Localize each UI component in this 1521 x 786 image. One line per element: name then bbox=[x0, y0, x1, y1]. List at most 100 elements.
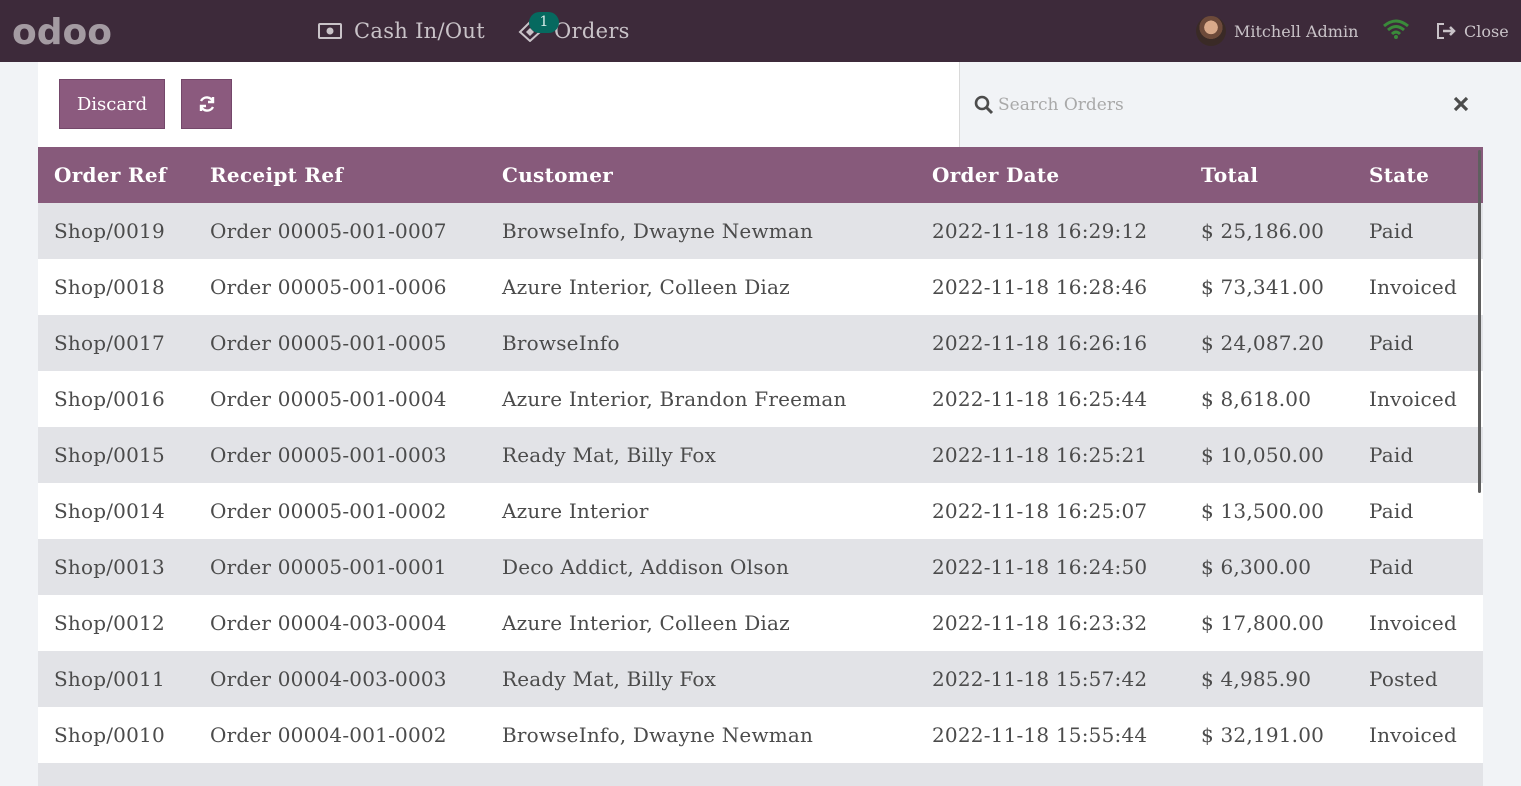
customer-cell: Azure Interior, Colleen Diaz bbox=[502, 611, 790, 635]
receipt-ref-cell: Order 00005-001-0005 bbox=[210, 331, 447, 355]
total-cell: $ 17,800.00 bbox=[1201, 611, 1325, 635]
receipt-ref-cell: Order 00004-003-0004 bbox=[210, 611, 447, 635]
total-cell: $ 32,191.00 bbox=[1201, 723, 1325, 747]
table-row[interactable]: Shop/0015 Order 00005-001-0003 Ready Mat… bbox=[38, 427, 1483, 483]
total-cell: $ 13,500.00 bbox=[1201, 499, 1325, 523]
svg-text:odoo: odoo bbox=[12, 14, 112, 48]
state-cell: Paid bbox=[1369, 443, 1414, 467]
table-row[interactable]: Shop/0011 Order 00004-003-0003 Ready Mat… bbox=[38, 651, 1483, 707]
discard-button[interactable]: Discard bbox=[59, 79, 165, 129]
orders-table-container: Order Ref Receipt Ref Customer Order Dat… bbox=[38, 147, 1483, 786]
total-cell: $ 73,341.00 bbox=[1201, 275, 1325, 299]
search-input[interactable] bbox=[998, 90, 1438, 120]
total-cell: $ 25,186.00 bbox=[1201, 219, 1325, 243]
order-date-cell: 2022-11-18 16:25:21 bbox=[932, 443, 1148, 467]
cash-in-out-button[interactable]: Cash In/Out bbox=[318, 0, 485, 62]
customer-cell: BrowseInfo bbox=[502, 331, 620, 355]
user-name: Mitchell Admin bbox=[1234, 21, 1359, 41]
receipt-ref-cell: Order 00004-003-0003 bbox=[210, 667, 447, 691]
table-row[interactable]: Shop/0012 Order 00004-003-0004 Azure Int… bbox=[38, 595, 1483, 651]
receipt-ref-cell: Order 00005-001-0003 bbox=[210, 443, 447, 467]
receipt-ref-cell: Order 00005-001-0006 bbox=[210, 275, 447, 299]
table-row[interactable]: Shop/0019 Order 00005-001-0007 BrowseInf… bbox=[38, 203, 1483, 259]
customer-cell: Azure Interior, Brandon Freeman bbox=[502, 387, 847, 411]
customer-cell: BrowseInfo, Dwayne Newman bbox=[502, 723, 814, 747]
state-cell: Invoiced bbox=[1369, 723, 1457, 747]
state-cell: Invoiced bbox=[1369, 275, 1457, 299]
receipt-ref-cell: Order 00004-001-0002 bbox=[210, 723, 447, 747]
customer-cell: Deco Addict, Addison Olson bbox=[502, 555, 790, 579]
receipt-ref-cell: Order 00005-001-0002 bbox=[210, 499, 447, 523]
state-cell: Paid bbox=[1369, 331, 1414, 355]
column-header: State bbox=[1369, 163, 1430, 187]
order-ref-cell: Shop/0017 bbox=[54, 331, 165, 355]
table-header-row: Order Ref Receipt Ref Customer Order Dat… bbox=[38, 147, 1483, 203]
order-ref-cell: Shop/0018 bbox=[54, 275, 165, 299]
table-row[interactable]: Shop/0018 Order 00005-001-0006 Azure Int… bbox=[38, 259, 1483, 315]
total-cell: $ 8,618.00 bbox=[1201, 387, 1312, 411]
search-icon bbox=[974, 95, 994, 115]
order-ref-cell: Shop/0019 bbox=[54, 219, 165, 243]
state-cell: Invoiced bbox=[1369, 387, 1457, 411]
order-date-cell: 2022-11-18 16:25:44 bbox=[932, 387, 1148, 411]
state-cell: Paid bbox=[1369, 219, 1414, 243]
state-cell: Posted bbox=[1369, 667, 1438, 691]
scrollbar[interactable] bbox=[1478, 150, 1481, 493]
table-row[interactable]: Shop/0013 Order 00005-001-0001 Deco Addi… bbox=[38, 539, 1483, 595]
orders-table: Order Ref Receipt Ref Customer Order Dat… bbox=[38, 147, 1483, 786]
table-row[interactable]: Shop/0017 Order 00005-001-0005 BrowseInf… bbox=[38, 315, 1483, 371]
order-date-cell: 2022-11-18 16:26:16 bbox=[932, 331, 1148, 355]
order-date-cell: 2022-11-18 16:23:32 bbox=[932, 611, 1148, 635]
odoo-logo: odoo bbox=[12, 14, 112, 48]
avatar bbox=[1196, 16, 1226, 46]
order-ref-cell: Shop/0010 bbox=[54, 723, 165, 747]
cash-icon bbox=[318, 22, 342, 40]
customer-cell: Ready Mat, Billy Fox bbox=[502, 667, 717, 691]
order-date-cell: 2022-11-18 16:24:50 bbox=[932, 555, 1148, 579]
column-header: Receipt Ref bbox=[210, 163, 344, 187]
table-row[interactable]: Shop/0014 Order 00005-001-0002 Azure Int… bbox=[38, 483, 1483, 539]
control-panel: Discard bbox=[38, 62, 959, 147]
order-date-cell: 2022-11-18 16:25:07 bbox=[932, 499, 1148, 523]
sign-out-icon bbox=[1436, 22, 1458, 40]
customer-cell: Azure Interior, Colleen Diaz bbox=[502, 275, 790, 299]
state-cell: Invoiced bbox=[1369, 611, 1457, 635]
customer-cell: Ready Mat, Billy Fox bbox=[502, 443, 717, 467]
order-ref-cell: Shop/0011 bbox=[54, 667, 165, 691]
close-button[interactable]: Close bbox=[1436, 0, 1509, 62]
customer-cell: BrowseInfo, Dwayne Newman bbox=[502, 219, 814, 243]
order-ref-cell: Shop/0016 bbox=[54, 387, 165, 411]
refresh-button[interactable] bbox=[181, 79, 232, 129]
table-row[interactable] bbox=[38, 763, 1483, 786]
total-cell: $ 6,300.00 bbox=[1201, 555, 1312, 579]
receipt-ref-cell: Order 00005-001-0007 bbox=[210, 219, 447, 243]
order-ref-cell: Shop/0012 bbox=[54, 611, 165, 635]
user-menu[interactable]: Mitchell Admin bbox=[1196, 0, 1358, 62]
receipt-ref-cell: Order 00005-001-0001 bbox=[210, 555, 447, 579]
order-date-cell: 2022-11-18 15:55:44 bbox=[932, 723, 1148, 747]
column-header: Customer bbox=[502, 163, 614, 187]
refresh-icon bbox=[199, 96, 214, 112]
state-cell: Paid bbox=[1369, 499, 1414, 523]
order-ref-cell: Shop/0013 bbox=[54, 555, 165, 579]
close-label: Close bbox=[1464, 21, 1509, 41]
state-cell: Paid bbox=[1369, 555, 1414, 579]
orders-count-badge: 1 bbox=[529, 12, 559, 33]
top-navbar: odoo Cash In/Out Orders 1 Mitchell Admin… bbox=[0, 0, 1521, 62]
order-date-cell: 2022-11-18 15:57:42 bbox=[932, 667, 1148, 691]
customer-cell: Azure Interior bbox=[502, 499, 649, 523]
search-bar bbox=[959, 62, 1483, 147]
wifi-icon bbox=[1383, 19, 1409, 39]
column-header: Order Date bbox=[932, 163, 1060, 187]
orders-label: Orders bbox=[554, 19, 630, 43]
table-row[interactable]: Shop/0016 Order 00005-001-0004 Azure Int… bbox=[38, 371, 1483, 427]
total-cell: $ 4,985.90 bbox=[1201, 667, 1312, 691]
column-header: Order Ref bbox=[54, 163, 167, 187]
total-cell: $ 10,050.00 bbox=[1201, 443, 1325, 467]
order-date-cell: 2022-11-18 16:29:12 bbox=[932, 219, 1148, 243]
order-date-cell: 2022-11-18 16:28:46 bbox=[932, 275, 1148, 299]
table-row[interactable]: Shop/0010 Order 00004-001-0002 BrowseInf… bbox=[38, 707, 1483, 763]
order-ref-cell: Shop/0015 bbox=[54, 443, 165, 467]
clear-search-icon[interactable] bbox=[1450, 93, 1472, 115]
order-ref-cell: Shop/0014 bbox=[54, 499, 165, 523]
